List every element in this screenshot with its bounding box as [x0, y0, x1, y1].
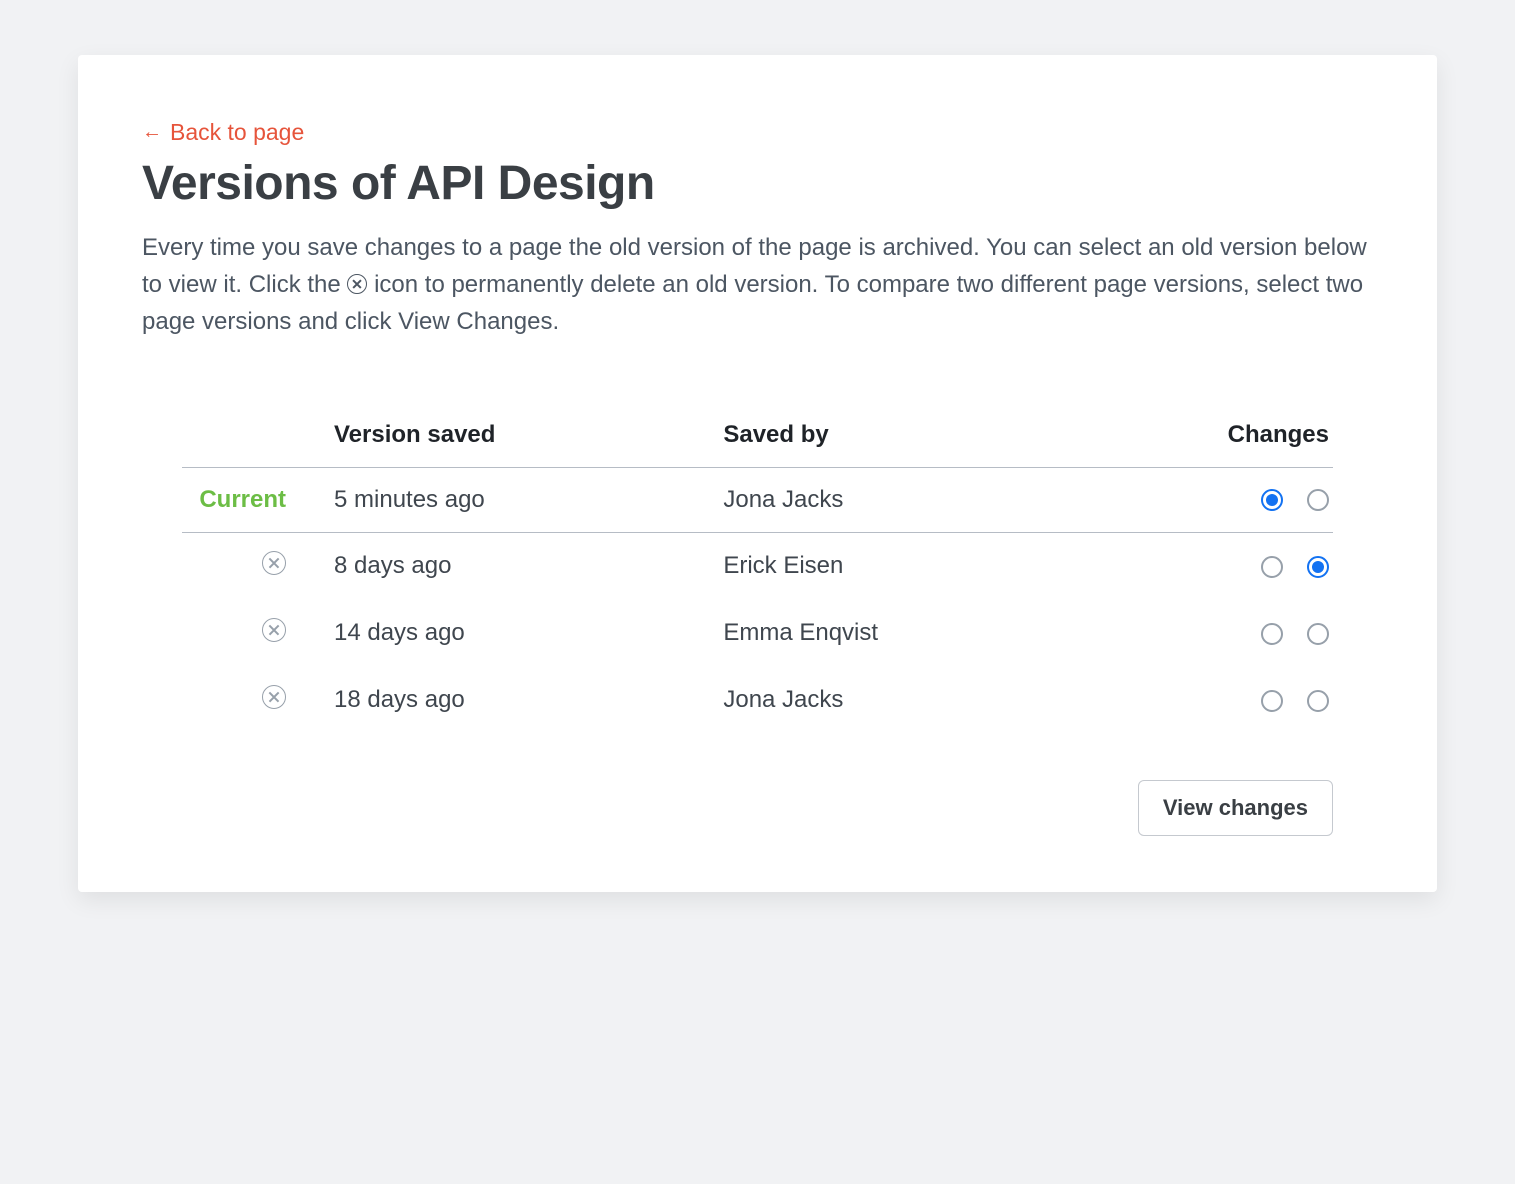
table-row: 14 days agoEmma Enqvist: [182, 600, 1333, 667]
circle-x-icon: [347, 274, 367, 294]
saved-by-cell: Jona Jacks: [711, 667, 1086, 734]
compare-radio-a[interactable]: [1261, 556, 1283, 578]
col-header-status: [182, 403, 322, 468]
back-to-page-link[interactable]: ← Back to page: [142, 119, 304, 146]
changes-cell: [1087, 467, 1333, 532]
saved-by-cell: Emma Enqvist: [711, 600, 1086, 667]
table-row: 18 days agoJona Jacks: [182, 667, 1333, 734]
compare-radio-a[interactable]: [1261, 489, 1283, 511]
page-description: Every time you save changes to a page th…: [142, 229, 1373, 341]
saved-by-cell: Erick Eisen: [711, 532, 1086, 600]
col-header-saved-by: Saved by: [711, 403, 1086, 468]
compare-radio-a[interactable]: [1261, 690, 1283, 712]
version-saved-cell[interactable]: 5 minutes ago: [322, 467, 711, 532]
versions-table: Version saved Saved by Changes Current 5 …: [182, 403, 1333, 734]
compare-radio-a[interactable]: [1261, 623, 1283, 645]
view-changes-button[interactable]: View changes: [1138, 780, 1333, 836]
changes-cell: [1087, 600, 1333, 667]
saved-by-cell: Jona Jacks: [711, 467, 1086, 532]
table-row: Current 5 minutes agoJona Jacks: [182, 467, 1333, 532]
back-link-label: Back to page: [170, 119, 304, 146]
version-saved-cell[interactable]: 18 days ago: [322, 667, 711, 734]
compare-radio-b[interactable]: [1307, 623, 1329, 645]
compare-radio-b[interactable]: [1307, 556, 1329, 578]
delete-version-icon[interactable]: [262, 685, 286, 709]
delete-version-icon[interactable]: [262, 551, 286, 575]
arrow-left-icon: ←: [142, 121, 162, 144]
current-badge: Current: [199, 486, 286, 513]
compare-radio-b[interactable]: [1307, 690, 1329, 712]
version-saved-cell[interactable]: 8 days ago: [322, 532, 711, 600]
table-row: 8 days agoErick Eisen: [182, 532, 1333, 600]
page-title: Versions of API Design: [142, 156, 1373, 211]
changes-cell: [1087, 532, 1333, 600]
col-header-changes: Changes: [1087, 403, 1333, 468]
changes-cell: [1087, 667, 1333, 734]
versions-panel: ← Back to page Versions of API Design Ev…: [78, 55, 1437, 892]
col-header-version-saved: Version saved: [322, 403, 711, 468]
version-saved-cell[interactable]: 14 days ago: [322, 600, 711, 667]
delete-version-icon[interactable]: [262, 618, 286, 642]
compare-radio-b[interactable]: [1307, 489, 1329, 511]
